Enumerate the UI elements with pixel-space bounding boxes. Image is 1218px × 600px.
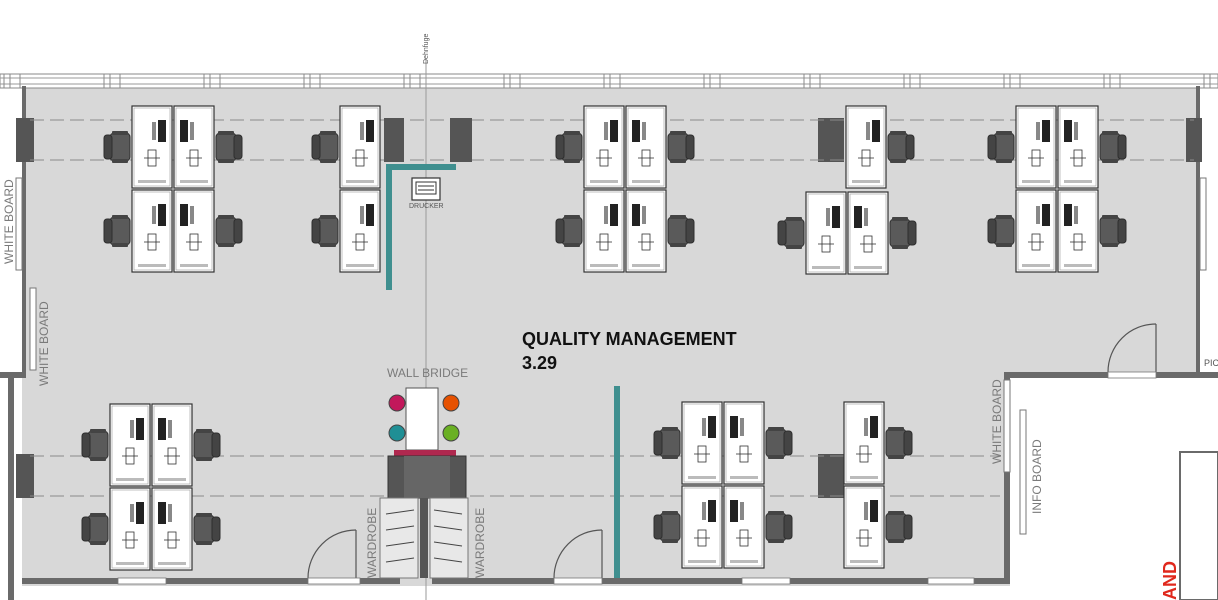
chair (1099, 131, 1127, 163)
desk (173, 105, 215, 189)
printer (411, 177, 441, 201)
wardrobe-right-unit (429, 497, 469, 579)
desk (723, 401, 765, 485)
chair (103, 215, 131, 247)
partition-middle (614, 386, 620, 578)
chair (81, 429, 109, 461)
desk (1015, 105, 1057, 189)
desk (339, 189, 381, 273)
chair (887, 131, 915, 163)
chair (765, 511, 793, 543)
chair (311, 131, 339, 163)
wardrobe-left-label: WARDROBE (365, 508, 379, 578)
chair (555, 215, 583, 247)
chair (1099, 215, 1127, 247)
bridge-dot-teal (388, 424, 406, 442)
bridge-dot-magenta (388, 394, 406, 412)
desk (1057, 105, 1099, 189)
wardrobe-left-unit (379, 497, 419, 579)
desk (583, 189, 625, 273)
whiteboard-label-2: WHITE BOARD (37, 301, 51, 386)
desk (173, 189, 215, 273)
chair (777, 217, 805, 249)
desk (845, 105, 887, 189)
chair (311, 215, 339, 247)
chair (885, 511, 913, 543)
bridge-dot-orange (442, 394, 460, 412)
chair (667, 131, 695, 163)
chair (765, 427, 793, 459)
room-name: QUALITY MANAGEMENT (522, 329, 737, 349)
desk (131, 105, 173, 189)
desk (681, 401, 723, 485)
chair (987, 131, 1015, 163)
desk (1015, 189, 1057, 273)
chair (885, 427, 913, 459)
desk (805, 191, 847, 275)
whiteboard-label-3: WHITE BOARD (990, 379, 1004, 464)
wall-bridge-label: WALL BRIDGE (387, 366, 468, 380)
chair (215, 215, 243, 247)
desk (681, 485, 723, 569)
whiteboard-label-1: WHITE BOARD (2, 179, 16, 264)
chair (193, 429, 221, 461)
info-board-label: INFO BOARD (1030, 439, 1044, 514)
chair (555, 131, 583, 163)
wardrobe-right-label: WARDROBE (473, 508, 487, 578)
chair (193, 513, 221, 545)
desk (131, 189, 173, 273)
desk (625, 189, 667, 273)
desk (625, 105, 667, 189)
chair (667, 215, 695, 247)
edge-label-pic: PIC (1204, 358, 1218, 368)
floor-plan: Dehnfuge DRUCKER WALL BRIDGE WARDROBE WA… (0, 34, 1218, 600)
chair (103, 131, 131, 163)
chair (215, 131, 243, 163)
chair (653, 511, 681, 543)
printer-label: DRUCKER (409, 203, 444, 210)
desk (151, 487, 193, 571)
desk (843, 485, 885, 569)
desk (339, 105, 381, 189)
desk (109, 487, 151, 571)
desk (1057, 189, 1099, 273)
desk (109, 403, 151, 487)
wall-right-column (1179, 451, 1218, 600)
chair (987, 215, 1015, 247)
desk (847, 191, 889, 275)
chair (81, 513, 109, 545)
facade-top (0, 73, 1218, 89)
edge-label-red: AND (1160, 561, 1180, 600)
expansion-joint-label: Dehnfuge (423, 34, 430, 64)
chair (653, 427, 681, 459)
desk (843, 401, 885, 485)
desk (583, 105, 625, 189)
room-number: 3.29 (522, 353, 557, 373)
desk (723, 485, 765, 569)
desk (151, 403, 193, 487)
chair (889, 217, 917, 249)
bridge-dot-green (442, 424, 460, 442)
